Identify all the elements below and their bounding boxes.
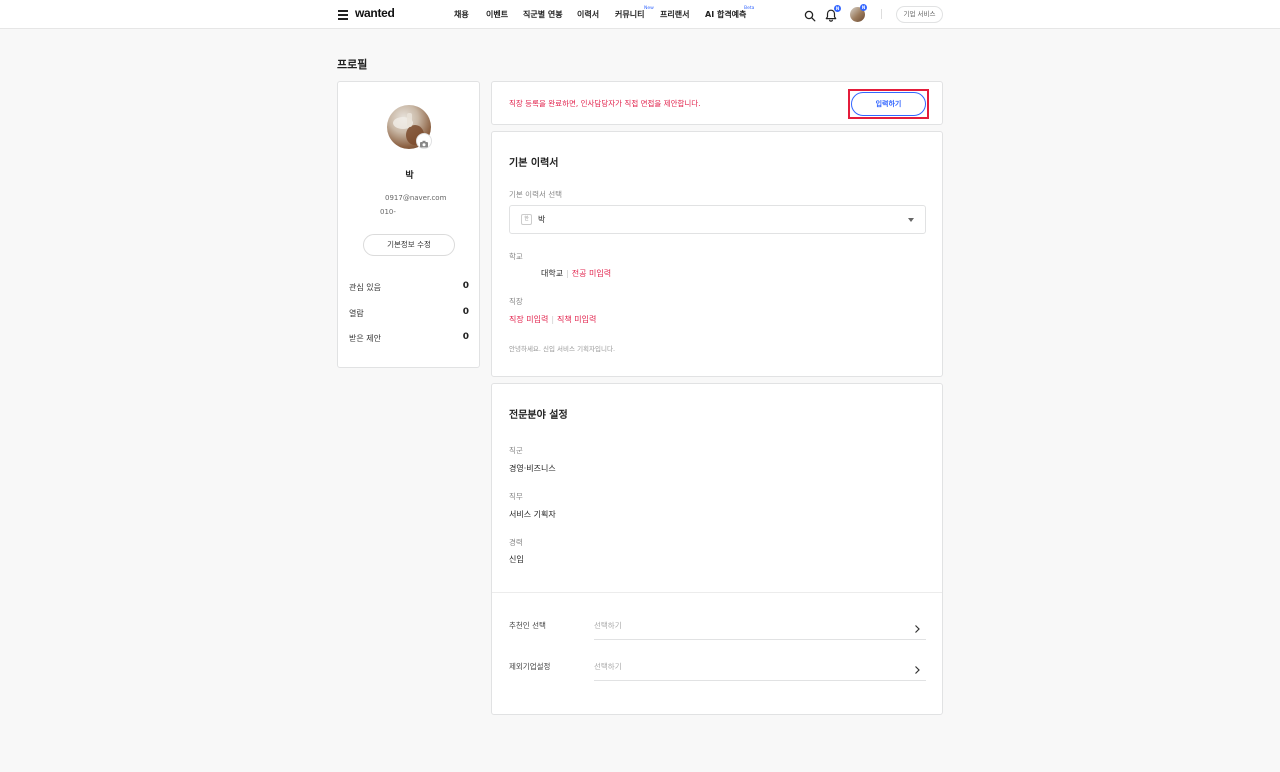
stat-interested[interactable]: 관심 있음 0	[349, 281, 469, 293]
section-divider	[492, 592, 942, 593]
nav-events[interactable]: 이벤트	[486, 9, 508, 20]
job-value: 서비스 기획자	[509, 510, 556, 519]
avatar-badge: N	[860, 4, 867, 11]
chevron-right-icon	[913, 660, 921, 679]
stat-value: 0	[462, 332, 469, 342]
new-badge: New	[644, 6, 654, 11]
job-group-value: 경영·비즈니스	[509, 464, 556, 473]
stat-viewed[interactable]: 열람 0	[349, 307, 469, 319]
excluded-company-row[interactable]: 제외기업설정 선택하기	[509, 653, 926, 681]
school-label: 학교	[509, 252, 523, 261]
specialty-card: 전문분야 설정 직군 경영·비즈니스 직무 서비스 기획자 경력 신입 추천인 …	[491, 383, 943, 715]
notice-card: 직장 등록을 완료하면, 인사담당자가 직접 면접을 제안합니다. 입력하기	[491, 81, 943, 125]
recommender-field[interactable]: 선택하기	[594, 612, 926, 640]
job-label: 직무	[509, 492, 523, 501]
specialty-section-title: 전문분야 설정	[509, 410, 568, 421]
career-label: 경력	[509, 538, 523, 547]
enter-work-button[interactable]: 입력하기	[851, 92, 926, 116]
school-info: 대학교 | 전공 미입력	[541, 269, 612, 278]
selected-resume: 박	[538, 215, 546, 224]
stat-value: 0	[462, 281, 469, 291]
profile-phone: 010-	[380, 208, 396, 216]
camera-icon[interactable]	[416, 133, 432, 149]
resume-card: 기본 이력서 기본 이력서 선택 한 박 학교 대학교 | 전공 미입력 직장 직장…	[491, 131, 943, 377]
nav-ai-prediction[interactable]: AI 합격예측	[705, 9, 746, 20]
recommender-placeholder: 선택하기	[594, 621, 622, 630]
excluded-field[interactable]: 선택하기	[594, 653, 926, 681]
page-title: 프로필	[337, 58, 368, 71]
resume-section-title: 기본 이력서	[509, 158, 559, 169]
stat-label: 받은 제안	[349, 334, 381, 343]
work-info: 직장 미입력 | 직책 미입력	[509, 315, 597, 324]
job-group-label: 직군	[509, 446, 523, 455]
work-label: 직장	[509, 297, 523, 306]
position-missing[interactable]: 직책 미입력	[557, 315, 596, 324]
recommender-row[interactable]: 추천인 선택 선택하기	[509, 612, 926, 640]
profile-card: 박 0917@naver.com 010- 기본정보 수정 관심 있음 0 열람…	[337, 81, 480, 368]
school-name: 대학교	[541, 269, 564, 278]
stat-label: 관심 있음	[349, 283, 381, 292]
intro-text: 안녕하세요. 신입 서비스 기획자입니다.	[509, 345, 616, 353]
nav-jobs[interactable]: 채용	[454, 9, 469, 20]
profile-email: 0917@naver.com	[385, 194, 447, 202]
notification-badge: N	[834, 5, 841, 12]
nav-resume[interactable]: 이력서	[577, 9, 599, 20]
stat-value: 0	[462, 307, 469, 317]
corp-service-button[interactable]: 기업 서비스	[896, 6, 943, 23]
resume-select[interactable]: 한 박	[509, 205, 926, 234]
menu-icon[interactable]	[338, 10, 348, 20]
top-nav-bar: wanted 채용 이벤트 직군별 연봉 이력서 커뮤니티 New 프리랜서 A…	[0, 0, 1280, 29]
major-missing[interactable]: 전공 미입력	[572, 269, 611, 278]
chevron-down-icon	[908, 218, 914, 222]
stat-offers[interactable]: 받은 제안 0	[349, 332, 469, 344]
search-icon[interactable]	[804, 7, 816, 26]
excluded-label: 제외기업설정	[509, 662, 551, 671]
wanted-logo[interactable]: wanted	[355, 6, 395, 20]
recommender-label: 추천인 선택	[509, 621, 546, 630]
excluded-placeholder: 선택하기	[594, 662, 622, 671]
profile-name: 박	[405, 171, 414, 181]
beta-badge: Beta	[744, 6, 755, 11]
chevron-right-icon	[913, 619, 921, 638]
company-missing[interactable]: 직장 미입력	[509, 315, 548, 324]
nav-divider	[881, 9, 882, 19]
nav-community[interactable]: 커뮤니티	[615, 9, 644, 20]
notice-text: 직장 등록을 완료하면, 인사담당자가 직접 면접을 제안합니다.	[509, 99, 701, 108]
edit-basic-info-button[interactable]: 기본정보 수정	[363, 234, 455, 256]
career-value: 신입	[509, 555, 524, 564]
resume-select-label: 기본 이력서 선택	[509, 190, 563, 199]
nav-salary[interactable]: 직군별 연봉	[523, 9, 563, 20]
nav-freelancer[interactable]: 프리랜서	[660, 9, 689, 20]
stat-label: 열람	[349, 309, 364, 318]
document-icon: 한	[521, 214, 532, 225]
